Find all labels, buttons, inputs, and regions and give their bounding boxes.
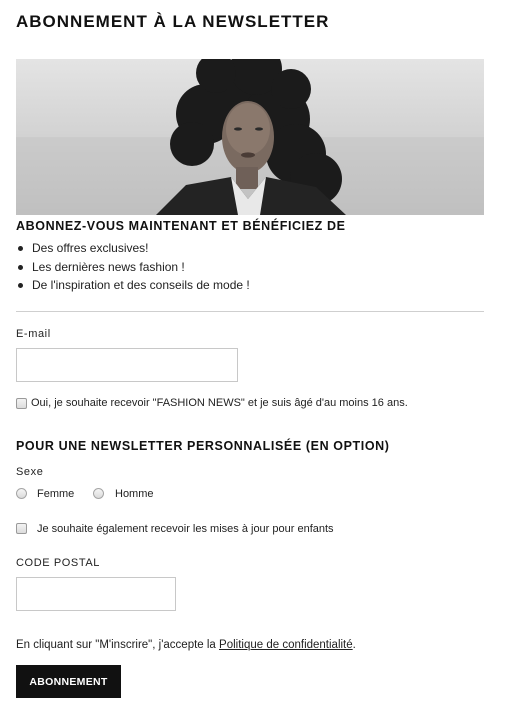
gender-option-homme-label: Homme [115, 488, 154, 500]
subscribe-button[interactable]: ABONNEMENT [16, 665, 121, 698]
benefits-list: Des offres exclusives! Les dernières new… [16, 239, 250, 295]
gender-option-femme-label: Femme [37, 488, 75, 500]
gender-radio-femme[interactable] [16, 488, 27, 499]
page-title: ABONNEMENT À LA NEWSLETTER [16, 12, 330, 31]
list-item: Les dernières news fashion ! [16, 258, 250, 277]
gender-radio-homme[interactable] [93, 488, 104, 499]
personalized-section-title: POUR UNE NEWSLETTER PERSONNALISÉE (EN OP… [16, 439, 390, 453]
gender-label: Sexe [16, 466, 44, 478]
privacy-notice: En cliquant sur "M'inscrire", j'accepte … [16, 639, 356, 651]
kids-updates-label: Je souhaite également recevoir les mises… [37, 523, 334, 535]
list-item: Des offres exclusives! [16, 239, 250, 258]
postal-code-field[interactable] [16, 577, 176, 611]
newsletter-consent-checkbox[interactable] [16, 398, 27, 409]
hero-image [16, 59, 484, 215]
postal-code-label: CODE POSTAL [16, 557, 101, 569]
benefits-title: ABONNEZ-VOUS MAINTENANT ET BÉNÉFICIEZ DE [16, 219, 346, 233]
woman-portrait-photo [16, 59, 484, 215]
privacy-notice-suffix: . [352, 639, 356, 651]
newsletter-consent-label: Oui, je souhaite recevoir "FASHION NEWS"… [31, 397, 408, 409]
list-item: De l'inspiration et des conseils de mode… [16, 276, 250, 295]
privacy-policy-link[interactable]: Politique de confidentialité [219, 639, 353, 651]
email-label: E-mail [16, 328, 51, 340]
divider [16, 311, 484, 312]
privacy-notice-prefix: En cliquant sur "M'inscrire", j'accepte … [16, 639, 220, 651]
email-field[interactable] [16, 348, 238, 382]
kids-updates-checkbox[interactable] [16, 523, 27, 534]
